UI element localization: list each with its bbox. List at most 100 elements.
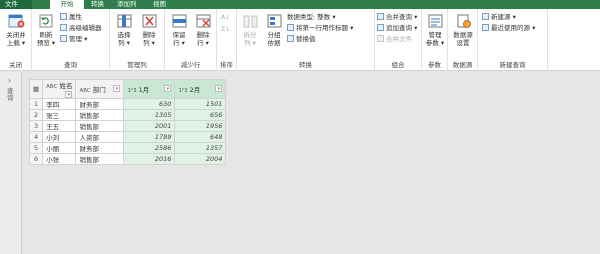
table-row[interactable]: 1 李四 财务部 630 1501 bbox=[28, 98, 227, 110]
close-and-load-button[interactable]: 关闭并 上载 ▾ bbox=[3, 13, 29, 47]
column-header-jan[interactable]: 1²3 1月 ▾ bbox=[123, 79, 176, 99]
remove-columns-button[interactable]: 删除 列 ▾ bbox=[138, 13, 160, 47]
replace-icon bbox=[287, 35, 294, 42]
number-type-icon[interactable]: 1²3 bbox=[178, 88, 187, 94]
cell-dept[interactable]: 销售部 bbox=[75, 120, 125, 132]
tab-home[interactable]: 开始 bbox=[50, 0, 84, 9]
queries-pane-collapsed[interactable]: › 查询 bbox=[0, 72, 22, 254]
table-row[interactable]: 2 张三 销售部 1305 656 bbox=[28, 109, 227, 121]
manage-button[interactable]: 管理 ▾ bbox=[60, 35, 87, 44]
advanced-editor-button[interactable]: 高级编辑器 bbox=[60, 24, 102, 33]
select-all-corner[interactable]: ▦ bbox=[28, 79, 44, 99]
text-type-icon[interactable]: ABC bbox=[46, 84, 57, 90]
cell-jan[interactable]: 1789 bbox=[123, 131, 176, 143]
manage-icon bbox=[60, 35, 67, 42]
data-grid: ▦ ABC 姓名 ▾ ABC 部门 ▾ 1²3 1月 ▾ 1²3 2月 ▾ 1 李四 财务部 6… bbox=[28, 79, 227, 165]
column-header-feb[interactable]: 1²3 2月 ▾ bbox=[174, 79, 227, 99]
cell-jan[interactable]: 2586 bbox=[123, 142, 176, 154]
tab-file[interactable]: 文件 bbox=[0, 0, 32, 9]
cell-dept[interactable]: 销售部 bbox=[75, 153, 125, 165]
keep-rows-button[interactable]: 保留 行 ▾ bbox=[168, 13, 190, 47]
group-label: 查询 bbox=[64, 61, 77, 69]
table-row[interactable]: 3 王五 销售部 2001 1956 bbox=[28, 120, 227, 132]
cell-name[interactable]: 张三 bbox=[42, 109, 77, 121]
filter-dropdown-icon[interactable]: ▾ bbox=[113, 85, 121, 92]
cell-jan[interactable]: 1305 bbox=[123, 109, 176, 121]
table-row[interactable]: 6 小张 销售部 2016 2004 bbox=[28, 153, 227, 165]
cell-name[interactable]: 小刘 bbox=[42, 131, 77, 143]
cell-jan[interactable]: 2001 bbox=[123, 120, 176, 132]
split-column-button[interactable]: 拆分 列 ▾ bbox=[239, 13, 261, 47]
cell-jan[interactable]: 630 bbox=[123, 98, 176, 110]
cell-dept[interactable]: 财务部 bbox=[75, 98, 125, 110]
replace-values-button[interactable]: 替换值 bbox=[287, 35, 316, 44]
cell-dept[interactable]: 财务部 bbox=[75, 142, 125, 154]
queries-pane-label: 查询 bbox=[7, 87, 14, 102]
filter-dropdown-icon[interactable]: ▾ bbox=[215, 85, 223, 92]
refresh-preview-button[interactable]: 刷新 预览 ▾ bbox=[34, 13, 58, 47]
sort-descending-icon[interactable]: Z↓ bbox=[221, 25, 230, 34]
tab-add-column[interactable]: 添加列 bbox=[112, 0, 142, 9]
row-index[interactable]: 1 bbox=[28, 98, 44, 110]
refresh-icon bbox=[38, 13, 55, 29]
group-datasource: 数据源 设置 数据源 bbox=[448, 9, 478, 71]
filter-dropdown-icon[interactable]: ▾ bbox=[65, 91, 73, 98]
advanced-editor-icon bbox=[60, 24, 67, 31]
group-label: 管理列 bbox=[127, 61, 147, 69]
merge-queries-button[interactable]: 合并查询 ▾ bbox=[377, 13, 417, 22]
cell-jan[interactable]: 2016 bbox=[123, 153, 176, 165]
sort-ascending-icon[interactable]: A↓ bbox=[221, 13, 230, 22]
data-type-dropdown[interactable]: 数据类型: 整数 ▾ bbox=[287, 13, 336, 22]
cell-name[interactable]: 李四 bbox=[42, 98, 77, 110]
group-parameters: 管理 参数 ▾ 参数 bbox=[422, 9, 448, 71]
new-source-button[interactable]: 新建源 ▾ bbox=[482, 13, 516, 22]
cell-feb[interactable]: 1956 bbox=[174, 120, 227, 132]
choose-columns-button[interactable]: 选择 列 ▾ bbox=[113, 13, 135, 47]
cell-name[interactable]: 王五 bbox=[42, 120, 77, 132]
append-queries-button[interactable]: 追加查询 ▾ bbox=[377, 24, 417, 33]
cell-feb[interactable]: 1501 bbox=[174, 98, 227, 110]
group-label: 参数 bbox=[428, 61, 441, 69]
column-header-dept[interactable]: ABC 部门 ▾ bbox=[75, 79, 125, 99]
recent-sources-button[interactable]: 最近使用的源 ▾ bbox=[482, 24, 535, 33]
filter-dropdown-icon[interactable]: ▾ bbox=[164, 85, 172, 92]
tab-transform[interactable]: 转换 bbox=[86, 0, 109, 9]
table-row[interactable]: 4 小刘 人资部 1789 648 bbox=[28, 131, 227, 143]
row-index[interactable]: 6 bbox=[28, 153, 44, 165]
cell-name[interactable]: 小张 bbox=[42, 153, 77, 165]
number-type-icon[interactable]: 1²3 bbox=[127, 88, 136, 94]
cell-feb[interactable]: 648 bbox=[174, 131, 227, 143]
tab-view[interactable]: 视图 bbox=[148, 0, 171, 9]
cell-feb[interactable]: 656 bbox=[174, 109, 227, 121]
manage-parameters-button[interactable]: 管理 参数 ▾ bbox=[424, 13, 446, 47]
combine-files-button[interactable]: 合并文件 bbox=[377, 35, 412, 44]
table-row[interactable]: 5 小丽 财务部 2586 1357 bbox=[28, 142, 227, 154]
row-index[interactable]: 2 bbox=[28, 109, 44, 121]
cell-name[interactable]: 小丽 bbox=[42, 142, 77, 154]
row-index[interactable]: 5 bbox=[28, 142, 44, 154]
keep-rows-icon bbox=[171, 13, 188, 29]
chevron-right-icon[interactable]: › bbox=[8, 76, 11, 85]
properties-button[interactable]: 属性 bbox=[60, 13, 82, 22]
text-type-icon[interactable]: ABC bbox=[79, 88, 90, 94]
group-close: 关闭并 上载 ▾ 关闭 bbox=[0, 9, 32, 71]
row-index[interactable]: 3 bbox=[28, 120, 44, 132]
group-label: 新建查询 bbox=[499, 61, 526, 69]
cell-feb[interactable]: 1357 bbox=[174, 142, 227, 154]
use-first-row-as-header-button[interactable]: 将第一行用作标题 ▾ bbox=[287, 24, 353, 33]
cell-dept[interactable]: 销售部 bbox=[75, 109, 125, 121]
group-combine: 合并查询 ▾ 追加查询 ▾ 合并文件 组合 bbox=[375, 9, 422, 71]
cell-feb[interactable]: 2004 bbox=[174, 153, 227, 165]
remove-rows-icon bbox=[195, 13, 212, 29]
group-label: 组合 bbox=[391, 61, 405, 69]
datasource-settings-button[interactable]: 数据源 设置 bbox=[450, 13, 476, 47]
cell-dept[interactable]: 人资部 bbox=[75, 131, 125, 143]
group-reduce-rows: 保留 行 ▾ 删除 行 ▾ 减少行 bbox=[165, 9, 217, 71]
group-by-button[interactable]: 分组 依据 bbox=[263, 13, 285, 47]
group-label: 减少行 bbox=[180, 61, 201, 69]
remove-rows-button[interactable]: 删除 行 ▾ bbox=[192, 13, 214, 47]
column-header-name[interactable]: ABC 姓名 ▾ bbox=[42, 79, 77, 99]
group-label: 排序 bbox=[220, 61, 233, 69]
row-index[interactable]: 4 bbox=[28, 131, 44, 143]
group-label: 数据源 bbox=[452, 61, 473, 69]
